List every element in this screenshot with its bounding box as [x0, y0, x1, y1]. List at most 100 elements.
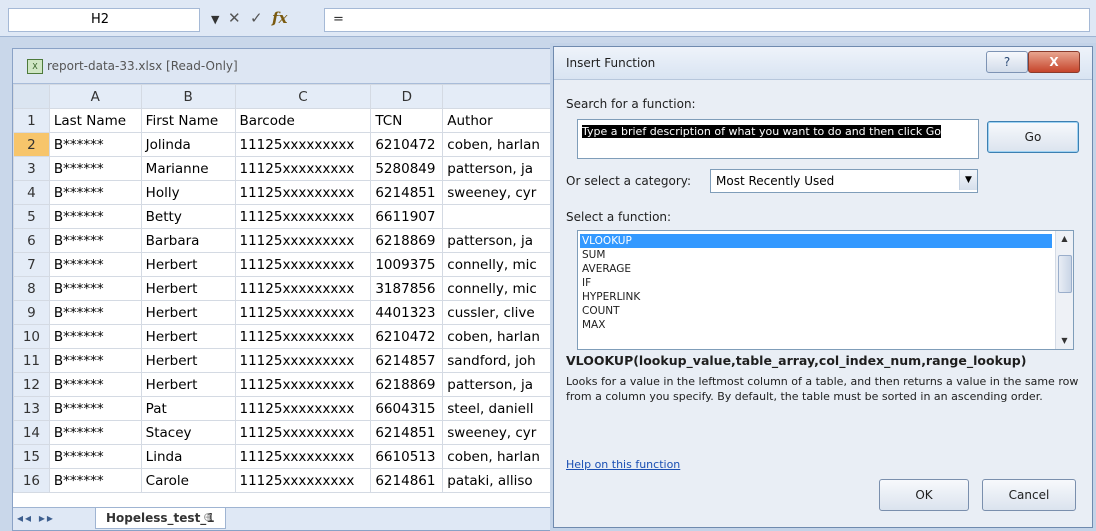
cell-tcn[interactable]: 5280849 [370, 156, 444, 181]
function-item[interactable]: MAX [580, 318, 1052, 332]
cell-first-name[interactable]: Stacey [140, 420, 236, 445]
cell-tcn[interactable]: 6610513 [370, 444, 444, 469]
select-all-corner[interactable] [13, 84, 50, 109]
cell-barcode[interactable]: 11125xxxxxxxxx [234, 156, 372, 181]
help-button[interactable]: ? [986, 51, 1028, 73]
cell-last-name[interactable]: B****** [48, 132, 142, 157]
row-header[interactable]: 5 [13, 204, 50, 229]
cell-barcode[interactable]: 11125xxxxxxxxx [234, 228, 372, 253]
function-item[interactable]: COUNT [580, 304, 1052, 318]
cell-barcode[interactable]: 11125xxxxxxxxx [234, 276, 372, 301]
search-input[interactable]: Type a brief description of what you wan… [577, 119, 979, 159]
row-header[interactable]: 4 [13, 180, 50, 205]
cell-barcode[interactable]: 11125xxxxxxxxx [234, 132, 372, 157]
insert-function-icon[interactable]: fx [272, 9, 287, 27]
cell-barcode[interactable]: 11125xxxxxxxxx [234, 372, 372, 397]
cell-last-name[interactable]: B****** [48, 372, 142, 397]
go-button[interactable]: Go [987, 121, 1079, 153]
cell-first-name[interactable]: Herbert [140, 300, 236, 325]
row-header[interactable]: 6 [13, 228, 50, 253]
cell-first-name[interactable]: Herbert [140, 252, 236, 277]
formula-input[interactable]: = [324, 8, 1090, 32]
row-header[interactable]: 13 [13, 396, 50, 421]
row-header[interactable]: 14 [13, 420, 50, 445]
cell-tcn[interactable]: 6214861 [370, 468, 444, 493]
cell-barcode[interactable]: 11125xxxxxxxxx [234, 300, 372, 325]
scroll-down-icon[interactable]: ▼ [1056, 333, 1073, 349]
cell-first-name[interactable]: Holly [140, 180, 236, 205]
row-header[interactable]: 10 [13, 324, 50, 349]
cell-tcn[interactable]: 6210472 [370, 324, 444, 349]
cell-barcode[interactable]: 11125xxxxxxxxx [234, 420, 372, 445]
function-item[interactable]: AVERAGE [580, 262, 1052, 276]
cell-last-name[interactable]: B****** [48, 228, 142, 253]
row-header[interactable]: 8 [13, 276, 50, 301]
cell-barcode[interactable]: 11125xxxxxxxxx [234, 180, 372, 205]
row-header[interactable]: 3 [13, 156, 50, 181]
chevron-down-icon[interactable]: ▼ [211, 9, 219, 31]
function-item[interactable]: SUM [580, 248, 1052, 262]
confirm-entry-icon[interactable]: ✓ [250, 9, 263, 27]
cell-tcn[interactable]: 6604315 [370, 396, 444, 421]
cancel-entry-icon[interactable]: ✕ [228, 9, 241, 27]
cell-last-name[interactable]: B****** [48, 468, 142, 493]
cell-barcode[interactable]: 11125xxxxxxxxx [234, 468, 372, 493]
column-header-c[interactable]: C [234, 84, 372, 109]
column-header-a[interactable]: A [48, 84, 142, 109]
cell-barcode[interactable]: 11125xxxxxxxxx [234, 444, 372, 469]
cell-last-name[interactable]: B****** [48, 444, 142, 469]
cell-barcode[interactable]: 11125xxxxxxxxx [234, 252, 372, 277]
cell-barcode[interactable]: 11125xxxxxxxxx [234, 396, 372, 421]
scroll-thumb[interactable] [1058, 255, 1072, 293]
cell-tcn[interactable]: 4401323 [370, 300, 444, 325]
row-header[interactable]: 1 [13, 108, 50, 133]
column-header-d[interactable]: D [370, 84, 444, 109]
cell-tcn[interactable]: 6214851 [370, 420, 444, 445]
cell-tcn[interactable]: 1009375 [370, 252, 444, 277]
row-header[interactable]: 12 [13, 372, 50, 397]
cell-first-name[interactable]: Barbara [140, 228, 236, 253]
cell-first-name[interactable]: Herbert [140, 372, 236, 397]
function-item[interactable]: VLOOKUP [580, 234, 1052, 248]
row-header[interactable]: 16 [13, 468, 50, 493]
cell-first-name[interactable]: Herbert [140, 276, 236, 301]
cell-tcn[interactable]: 6611907 [370, 204, 444, 229]
row-header[interactable]: 11 [13, 348, 50, 373]
cell-last-name[interactable]: Last Name [48, 108, 142, 133]
ok-button[interactable]: OK [879, 479, 969, 511]
cell-tcn[interactable]: 6210472 [370, 132, 444, 157]
cell-last-name[interactable]: B****** [48, 156, 142, 181]
cell-tcn[interactable]: 6218869 [370, 228, 444, 253]
close-button[interactable]: X [1028, 51, 1080, 73]
cell-first-name[interactable]: Linda [140, 444, 236, 469]
chevron-down-icon[interactable]: ▼ [959, 170, 977, 190]
cell-barcode[interactable]: 11125xxxxxxxxx [234, 204, 372, 229]
cell-last-name[interactable]: B****** [48, 324, 142, 349]
new-sheet-icon[interactable]: ⊕ [203, 510, 213, 524]
cell-last-name[interactable]: B****** [48, 420, 142, 445]
function-item[interactable]: IF [580, 276, 1052, 290]
cell-barcode[interactable]: Barcode [234, 108, 372, 133]
cell-last-name[interactable]: B****** [48, 180, 142, 205]
cell-last-name[interactable]: B****** [48, 300, 142, 325]
name-box[interactable]: H2 ▼ [8, 8, 219, 32]
cell-tcn[interactable]: 6218869 [370, 372, 444, 397]
row-header[interactable]: 2 [13, 132, 50, 157]
row-header[interactable]: 15 [13, 444, 50, 469]
sheet-nav-arrows-icon[interactable]: ◂◂ ▸▸ [17, 511, 55, 525]
cell-first-name[interactable]: Herbert [140, 348, 236, 373]
cell-first-name[interactable]: Carole [140, 468, 236, 493]
row-header[interactable]: 9 [13, 300, 50, 325]
function-list-scrollbar[interactable]: ▲ ▼ [1055, 231, 1073, 349]
function-list[interactable]: VLOOKUP SUM AVERAGE IF HYPERLINK COUNT M… [577, 230, 1074, 350]
cell-first-name[interactable]: Herbert [140, 324, 236, 349]
category-select[interactable]: Most Recently Used ▼ [710, 169, 978, 193]
cell-tcn[interactable]: 6214857 [370, 348, 444, 373]
cell-first-name[interactable]: Pat [140, 396, 236, 421]
cell-tcn[interactable]: 6214851 [370, 180, 444, 205]
column-header-b[interactable]: B [140, 84, 236, 109]
function-item[interactable]: HYPERLINK [580, 290, 1052, 304]
row-header[interactable]: 7 [13, 252, 50, 277]
cell-last-name[interactable]: B****** [48, 204, 142, 229]
cell-barcode[interactable]: 11125xxxxxxxxx [234, 324, 372, 349]
